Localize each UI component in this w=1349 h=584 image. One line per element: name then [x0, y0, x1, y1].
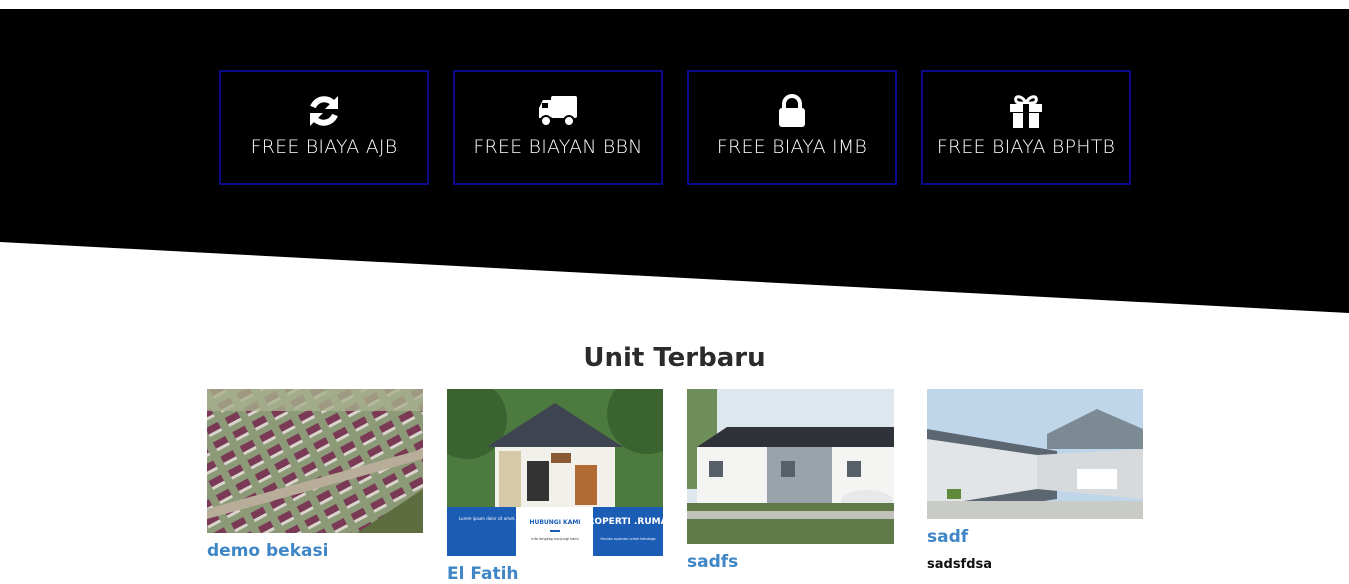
unit-title[interactable]: demo bekasi — [207, 541, 423, 561]
refresh-icon — [305, 92, 343, 130]
hero-banner — [0, 9, 1349, 313]
banner-left-text: Lorem ipsum dolor sit amet, consectetur — [459, 516, 541, 521]
unit-card[interactable]: Lorem ipsum dolor sit amet, consectetur … — [447, 389, 663, 584]
unit-title[interactable]: sadf — [927, 527, 1143, 547]
unit-photo[interactable] — [687, 389, 894, 549]
section-title: Unit Terbaru — [583, 343, 766, 373]
feature-imb[interactable]: FREE BIAYA IMB — [687, 70, 897, 185]
unit-title[interactable]: sadfs — [687, 552, 894, 572]
banner-contact-title: HUBUNGI KAMI — [529, 519, 580, 526]
feature-ajb[interactable]: FREE BIAYA AJB — [219, 70, 429, 185]
truck-icon — [538, 92, 578, 130]
unit-card[interactable]: sadfs — [687, 389, 894, 572]
banner-brand-text: Hunian nyaman untuk keluarga — [600, 537, 655, 541]
feature-label: FREE BIAYA BPHTB — [936, 136, 1116, 158]
feature-label: FREE BIAYA IMB — [716, 136, 868, 158]
unit-title[interactable]: El Fatih — [447, 564, 663, 584]
banner-contact-text: Info lengkap kunjungi kami — [531, 537, 578, 541]
feature-label: FREE BIAYAN BBN — [473, 136, 643, 158]
lock-icon — [777, 92, 807, 130]
banner-brand-title: PROPERTI .RUMAH — [581, 517, 663, 527]
gift-icon — [1008, 92, 1044, 130]
unit-card[interactable]: sadf sadsfdsa — [927, 389, 1143, 572]
unit-description: sadsfdsa — [927, 557, 993, 572]
unit-photo[interactable] — [207, 389, 423, 538]
feature-bphtb[interactable]: FREE BIAYA BPHTB — [921, 70, 1131, 185]
unit-photo[interactable]: Lorem ipsum dolor sit amet, consectetur … — [447, 389, 663, 561]
feature-bbn[interactable]: FREE BIAYAN BBN — [453, 70, 663, 185]
unit-card[interactable]: demo bekasi — [207, 389, 423, 561]
unit-photo[interactable] — [927, 389, 1143, 524]
feature-label: FREE BIAYA AJB — [250, 136, 398, 158]
